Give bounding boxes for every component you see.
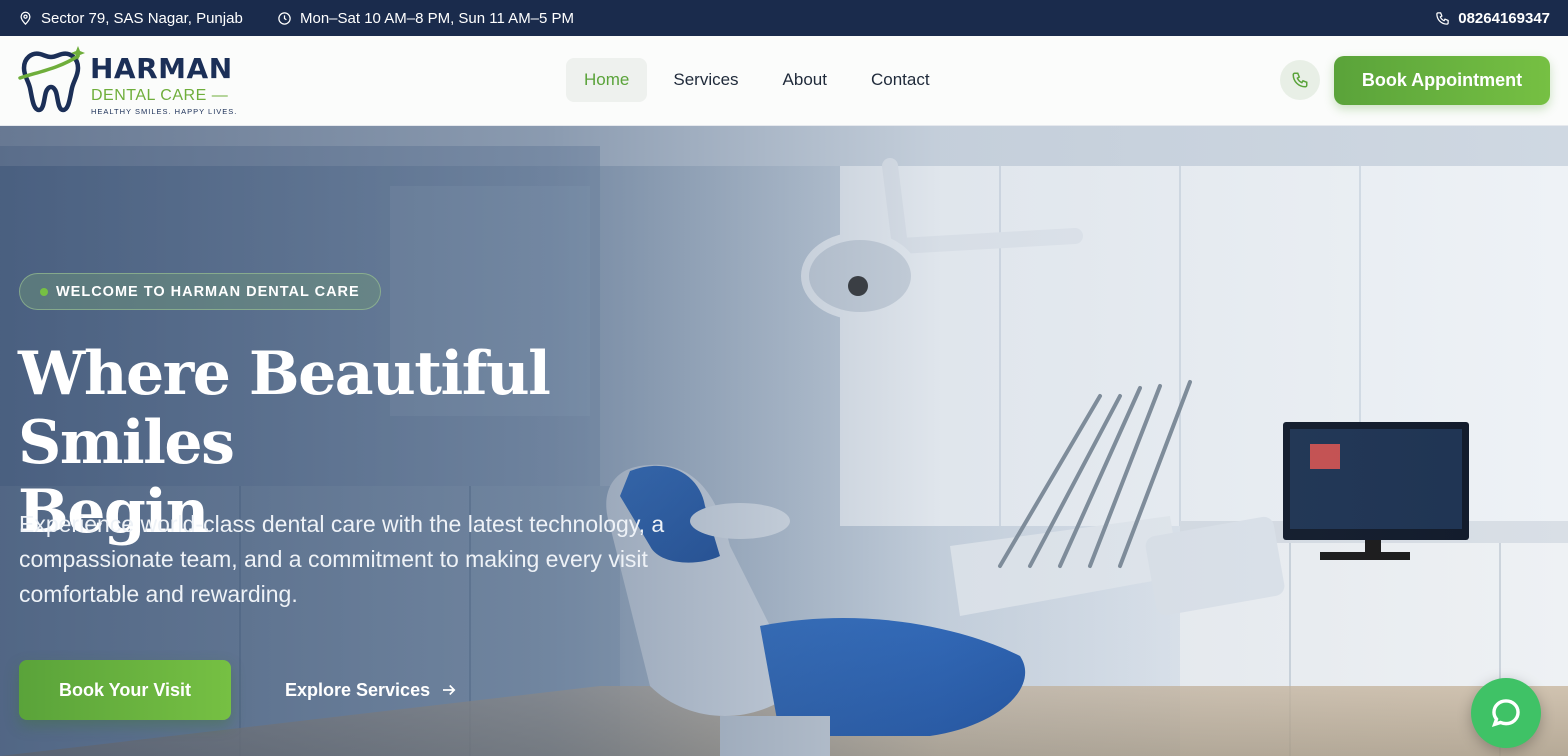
top-info-bar: Sector 79, SAS Nagar, Punjab Mon–Sat 10 … <box>0 0 1568 36</box>
map-pin-icon <box>20 11 31 25</box>
address-text: Sector 79, SAS Nagar, Punjab <box>41 9 243 27</box>
call-button[interactable] <box>1280 60 1320 100</box>
clock-icon <box>278 11 291 25</box>
arrow-right-icon <box>443 684 456 696</box>
book-appointment-button[interactable]: Book Appointment <box>1334 56 1550 105</box>
logo-title: HARMAN <box>90 52 233 85</box>
chat-bubble-icon <box>1491 699 1520 727</box>
nav-item-services[interactable]: Services <box>655 58 756 102</box>
logo-tagline: HEALTHY SMILES. HAPPY LIVES. <box>91 107 238 116</box>
phone-text: 08264169347 <box>1458 9 1550 27</box>
welcome-badge: WELCOME TO HARMAN DENTAL CARE <box>19 273 381 310</box>
site-logo[interactable]: HARMAN DENTAL CARE — HEALTHY SMILES. HAP… <box>14 44 236 118</box>
nav-item-home[interactable]: Home <box>566 58 648 102</box>
chat-button[interactable] <box>1471 678 1541 748</box>
site-header: HARMAN DENTAL CARE — HEALTHY SMILES. HAP… <box>0 36 1568 126</box>
hours-info: Mon–Sat 10 AM–8 PM, Sun 11 AM–5 PM <box>277 0 574 36</box>
badge-dot <box>40 287 48 296</box>
phone-icon <box>1292 72 1308 88</box>
hero-description: Experience world-class dental care with … <box>19 511 665 607</box>
book-visit-button[interactable]: Book Your Visit <box>19 660 231 720</box>
phone-link[interactable]: 08264169347 <box>1435 0 1550 36</box>
nav-item-about[interactable]: About <box>765 58 845 102</box>
phone-icon <box>1436 11 1449 25</box>
logo-subtitle: DENTAL CARE — <box>91 87 229 104</box>
hours-text: Mon–Sat 10 AM–8 PM, Sun 11 AM–5 PM <box>300 9 575 27</box>
hero-title-line1: Where Beautiful Smiles <box>18 339 551 478</box>
address-info: Sector 79, SAS Nagar, Punjab <box>18 0 243 36</box>
tooth-logo-icon <box>18 46 85 113</box>
explore-services-link[interactable]: Explore Services <box>285 660 458 720</box>
explore-services-label: Explore Services <box>285 679 431 700</box>
welcome-badge-text: WELCOME TO HARMAN DENTAL CARE <box>56 283 360 300</box>
nav-item-contact[interactable]: Contact <box>853 58 948 102</box>
hero-section: WELCOME TO HARMAN DENTAL CARE Where Beau… <box>0 126 1568 756</box>
main-nav: Home Services About Contact <box>566 58 948 102</box>
